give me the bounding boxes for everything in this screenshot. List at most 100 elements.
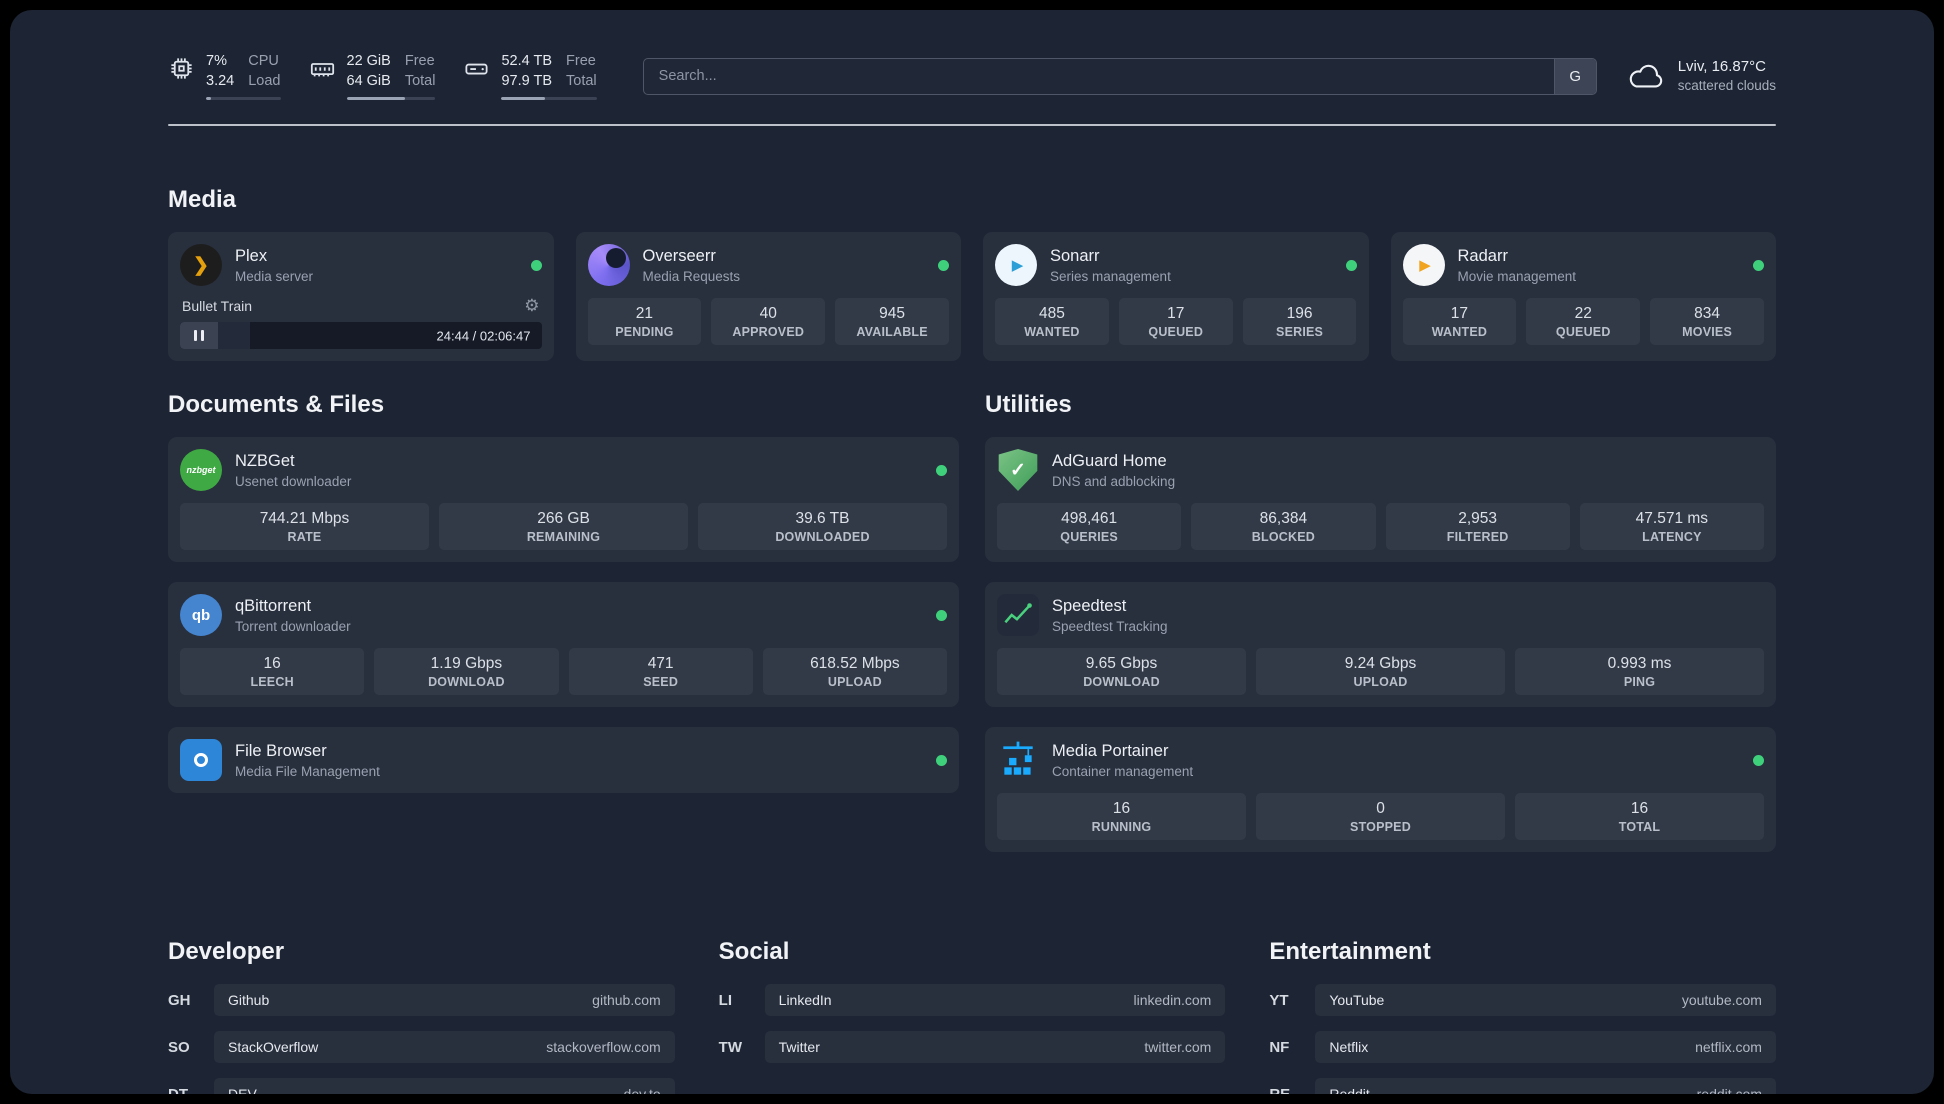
cpu-bar xyxy=(206,96,281,100)
sonarr-link[interactable]: ▶ Sonarr Series management xyxy=(995,244,1357,286)
speedtest-card: Speedtest Speedtest Tracking 9.65 Gbps D… xyxy=(985,582,1776,707)
disk-sub: 97.9 TB xyxy=(501,73,553,89)
stat-tile: 39.6 TB DOWNLOADED xyxy=(698,503,947,550)
bookmark-github[interactable]: Github github.com xyxy=(214,984,675,1016)
cpu-sub: 3.24 xyxy=(206,73,235,89)
bookmark-dev[interactable]: DEV dev.to xyxy=(214,1078,675,1094)
stat-tile: 22 QUEUED xyxy=(1526,298,1641,345)
adguard-icon: ✓ xyxy=(998,449,1038,491)
filebrowser-icon xyxy=(180,739,222,781)
stat-tile: 16 RUNNING xyxy=(997,793,1246,840)
nzbget-link[interactable]: nzbget NZBGet Usenet downloader xyxy=(180,449,947,491)
weather-location: Lviv, 16.87°C xyxy=(1677,58,1766,76)
section-title-utilities: Utilities xyxy=(985,391,1072,418)
portainer-link[interactable]: Media Portainer Container management xyxy=(997,739,1764,781)
bookmark-abbr: GH xyxy=(168,991,191,1009)
bookmark-youtube[interactable]: YouTube youtube.com xyxy=(1315,984,1776,1016)
header-divider xyxy=(168,124,1776,126)
radarr-card: ▶ Radarr Movie management 17 WANTED 22 Q… xyxy=(1390,232,1776,361)
stat-tile: 834 MOVIES xyxy=(1650,298,1764,345)
service-subtitle: DNS and adblocking xyxy=(1052,473,1176,489)
gear-icon[interactable]: ⚙ xyxy=(524,297,539,314)
service-subtitle: Usenet downloader xyxy=(235,473,352,489)
bookmark-stackoverflow[interactable]: StackOverflow stackoverflow.com xyxy=(214,1031,675,1063)
stat-tile: 16 TOTAL xyxy=(1515,793,1764,840)
cpu-label-bottom: Load xyxy=(248,73,281,89)
service-name: Sonarr xyxy=(1050,246,1100,265)
stat-tile: 9.65 Gbps DOWNLOAD xyxy=(997,648,1246,695)
cloud-icon xyxy=(1629,64,1662,88)
top-bar: 7% 3.24 CPU Load 22 GiB 64 GiB Free Tota… xyxy=(168,48,1776,104)
qbittorrent-link[interactable]: qb qBittorrent Torrent downloader xyxy=(180,594,947,636)
stat-tile: 266 GB REMAINING xyxy=(439,503,688,550)
stat-tile: 945 AVAILABLE xyxy=(835,298,949,345)
section-title-social: Social xyxy=(718,938,790,965)
weather-condition: scattered clouds xyxy=(1677,78,1776,94)
search-provider-button[interactable]: G xyxy=(1553,58,1596,94)
stat-tile: 21 PENDING xyxy=(587,298,702,345)
search-input[interactable] xyxy=(643,68,1554,84)
bookmarks-entertainment: Entertainment YT YouTube youtube.com NF … xyxy=(1269,938,1776,1094)
bookmark-twitter[interactable]: Twitter twitter.com xyxy=(764,1031,1226,1063)
disk-icon xyxy=(465,64,489,75)
overseerr-link[interactable]: Overseerr Media Requests xyxy=(587,244,949,286)
nzbget-icon: nzbget xyxy=(180,449,222,491)
bookmarks-developer: Developer GH Github github.com SO StackO… xyxy=(168,938,675,1094)
service-subtitle: Movie management xyxy=(1457,268,1577,284)
speedtest-link[interactable]: Speedtest Speedtest Tracking xyxy=(997,594,1764,636)
weather-widget: Lviv, 16.87°C scattered clouds xyxy=(1627,56,1776,96)
qbittorrent-icon: qb xyxy=(180,594,222,636)
status-dot xyxy=(1753,259,1764,271)
stat-tile: 47.571 ms LATENCY xyxy=(1579,503,1764,550)
memory-label-top: Free xyxy=(404,53,435,70)
service-subtitle: Speedtest Tracking xyxy=(1052,618,1168,634)
filebrowser-card: File Browser Media File Management xyxy=(168,727,959,793)
player-progress-bar[interactable]: 24:44 / 02:06:47 xyxy=(180,322,542,349)
portainer-icon xyxy=(1003,741,1033,775)
service-name: Radarr xyxy=(1457,246,1508,265)
adguard-link[interactable]: ✓ AdGuard Home DNS and adblocking xyxy=(997,449,1764,491)
pause-icon[interactable] xyxy=(180,322,218,349)
service-name: NZBGet xyxy=(235,451,295,470)
sonarr-card: ▶ Sonarr Series management 485 WANTED 17… xyxy=(983,232,1369,361)
stat-tile: 2,953 FILTERED xyxy=(1385,503,1570,550)
search-bar: G xyxy=(642,57,1597,95)
memory-value: 22 GiB xyxy=(346,53,391,70)
stat-tile: 0.993 ms PING xyxy=(1515,648,1764,695)
service-name: Speedtest xyxy=(1052,596,1127,615)
disk-bar xyxy=(501,96,597,100)
disk-value: 52.4 TB xyxy=(501,53,553,70)
overseerr-icon xyxy=(587,244,630,286)
plex-link[interactable]: ❯ Plex Media server xyxy=(180,244,542,286)
memory-widget: 22 GiB 64 GiB Free Total xyxy=(309,52,436,100)
service-subtitle: Torrent downloader xyxy=(235,618,351,634)
section-title-entertainment: Entertainment xyxy=(1269,938,1431,965)
stat-tile: 744.21 Mbps RATE xyxy=(180,503,429,550)
bookmark-abbr: YT xyxy=(1269,991,1289,1009)
service-name: qBittorrent xyxy=(235,596,312,615)
speedtest-icon xyxy=(997,594,1039,636)
service-name: File Browser xyxy=(235,741,327,760)
stat-tile: 86,384 BLOCKED xyxy=(1191,503,1376,550)
memory-icon xyxy=(310,63,334,77)
portainer-card: Media Portainer Container management 16 … xyxy=(985,727,1776,852)
status-dot xyxy=(936,609,947,621)
radarr-link[interactable]: ▶ Radarr Movie management xyxy=(1402,244,1764,286)
service-subtitle: Series management xyxy=(1050,268,1171,284)
stat-tile: 618.52 Mbps UPLOAD xyxy=(762,648,947,695)
bookmark-netflix[interactable]: Netflix netflix.com xyxy=(1315,1031,1776,1063)
now-playing-title: Bullet Train xyxy=(182,297,253,314)
service-subtitle: Container management xyxy=(1052,763,1194,779)
memory-sub: 64 GiB xyxy=(346,73,391,89)
nzbget-card: nzbget NZBGet Usenet downloader 744.21 M… xyxy=(168,437,959,562)
bookmark-linkedin[interactable]: LinkedIn linkedin.com xyxy=(764,984,1226,1016)
status-dot xyxy=(1345,259,1357,271)
filebrowser-link[interactable]: File Browser Media File Management xyxy=(180,739,947,781)
disk-label-bottom: Total xyxy=(566,73,597,89)
qbittorrent-card: qb qBittorrent Torrent downloader 16 LEE… xyxy=(168,582,959,707)
bookmark-reddit[interactable]: Reddit reddit.com xyxy=(1315,1078,1776,1094)
stat-tile: 1.19 Gbps DOWNLOAD xyxy=(374,648,559,695)
stat-tile: 17 WANTED xyxy=(1402,298,1517,345)
stat-tile: 9.24 Gbps UPLOAD xyxy=(1256,648,1505,695)
stat-tile: 485 WANTED xyxy=(995,298,1109,345)
